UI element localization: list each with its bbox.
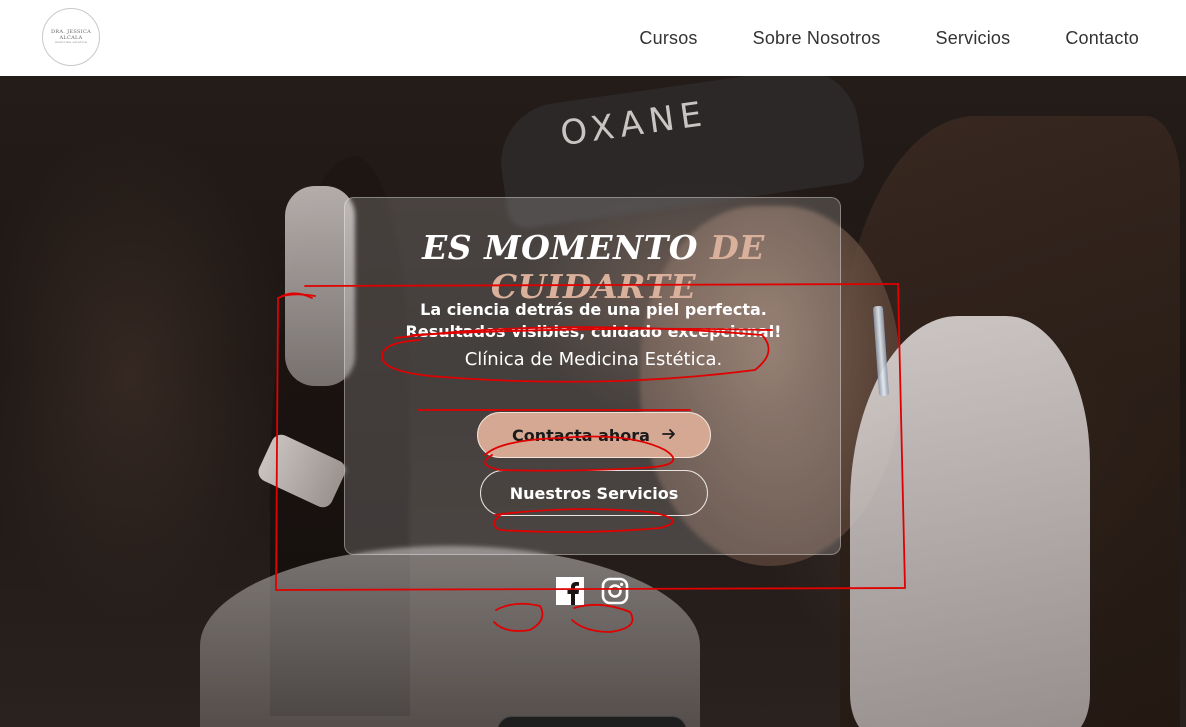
floating-bottom-bar[interactable] <box>497 716 687 727</box>
hero-tagline-2: Resultados visibles, cuidado excepcional… <box>405 322 782 341</box>
nav-link-sobre-nosotros[interactable]: Sobre Nosotros <box>753 28 881 49</box>
facebook-icon[interactable] <box>556 577 584 605</box>
hero-tagline-3: Clínica de Medicina Estética. <box>464 349 723 370</box>
hero-card: ES MOMENTO DE CUIDARTE La ciencia detrás… <box>344 197 841 555</box>
social-links <box>556 577 629 605</box>
logo-line2: medicina estetica <box>55 40 87 45</box>
contact-now-button[interactable]: Contacta ahora <box>477 412 711 458</box>
nav-link-servicios[interactable]: Servicios <box>936 28 1011 49</box>
contact-now-label: Contacta ahora <box>512 425 650 445</box>
nav-link-cursos[interactable]: Cursos <box>639 28 697 49</box>
arrow-right-icon <box>662 426 676 445</box>
our-services-label: Nuestros Servicios <box>509 483 679 503</box>
our-services-button[interactable]: Nuestros Servicios <box>480 470 708 516</box>
nav-link-contacto[interactable]: Contacto <box>1065 28 1139 49</box>
main-nav: Cursos Sobre Nosotros Servicios Contacto <box>639 28 1139 49</box>
site-header: DRA. JESSICA ALCALA medicina estetica Cu… <box>0 0 1186 76</box>
site-logo[interactable]: DRA. JESSICA ALCALA medicina estetica <box>42 8 100 66</box>
hero-headline: ES MOMENTO DE CUIDARTE <box>345 228 842 306</box>
hero-tagline-1: La ciencia detrás de una piel perfecta. <box>420 300 767 319</box>
headline-part1: ES MOMENTO <box>422 228 699 267</box>
instagram-icon[interactable] <box>601 577 629 605</box>
